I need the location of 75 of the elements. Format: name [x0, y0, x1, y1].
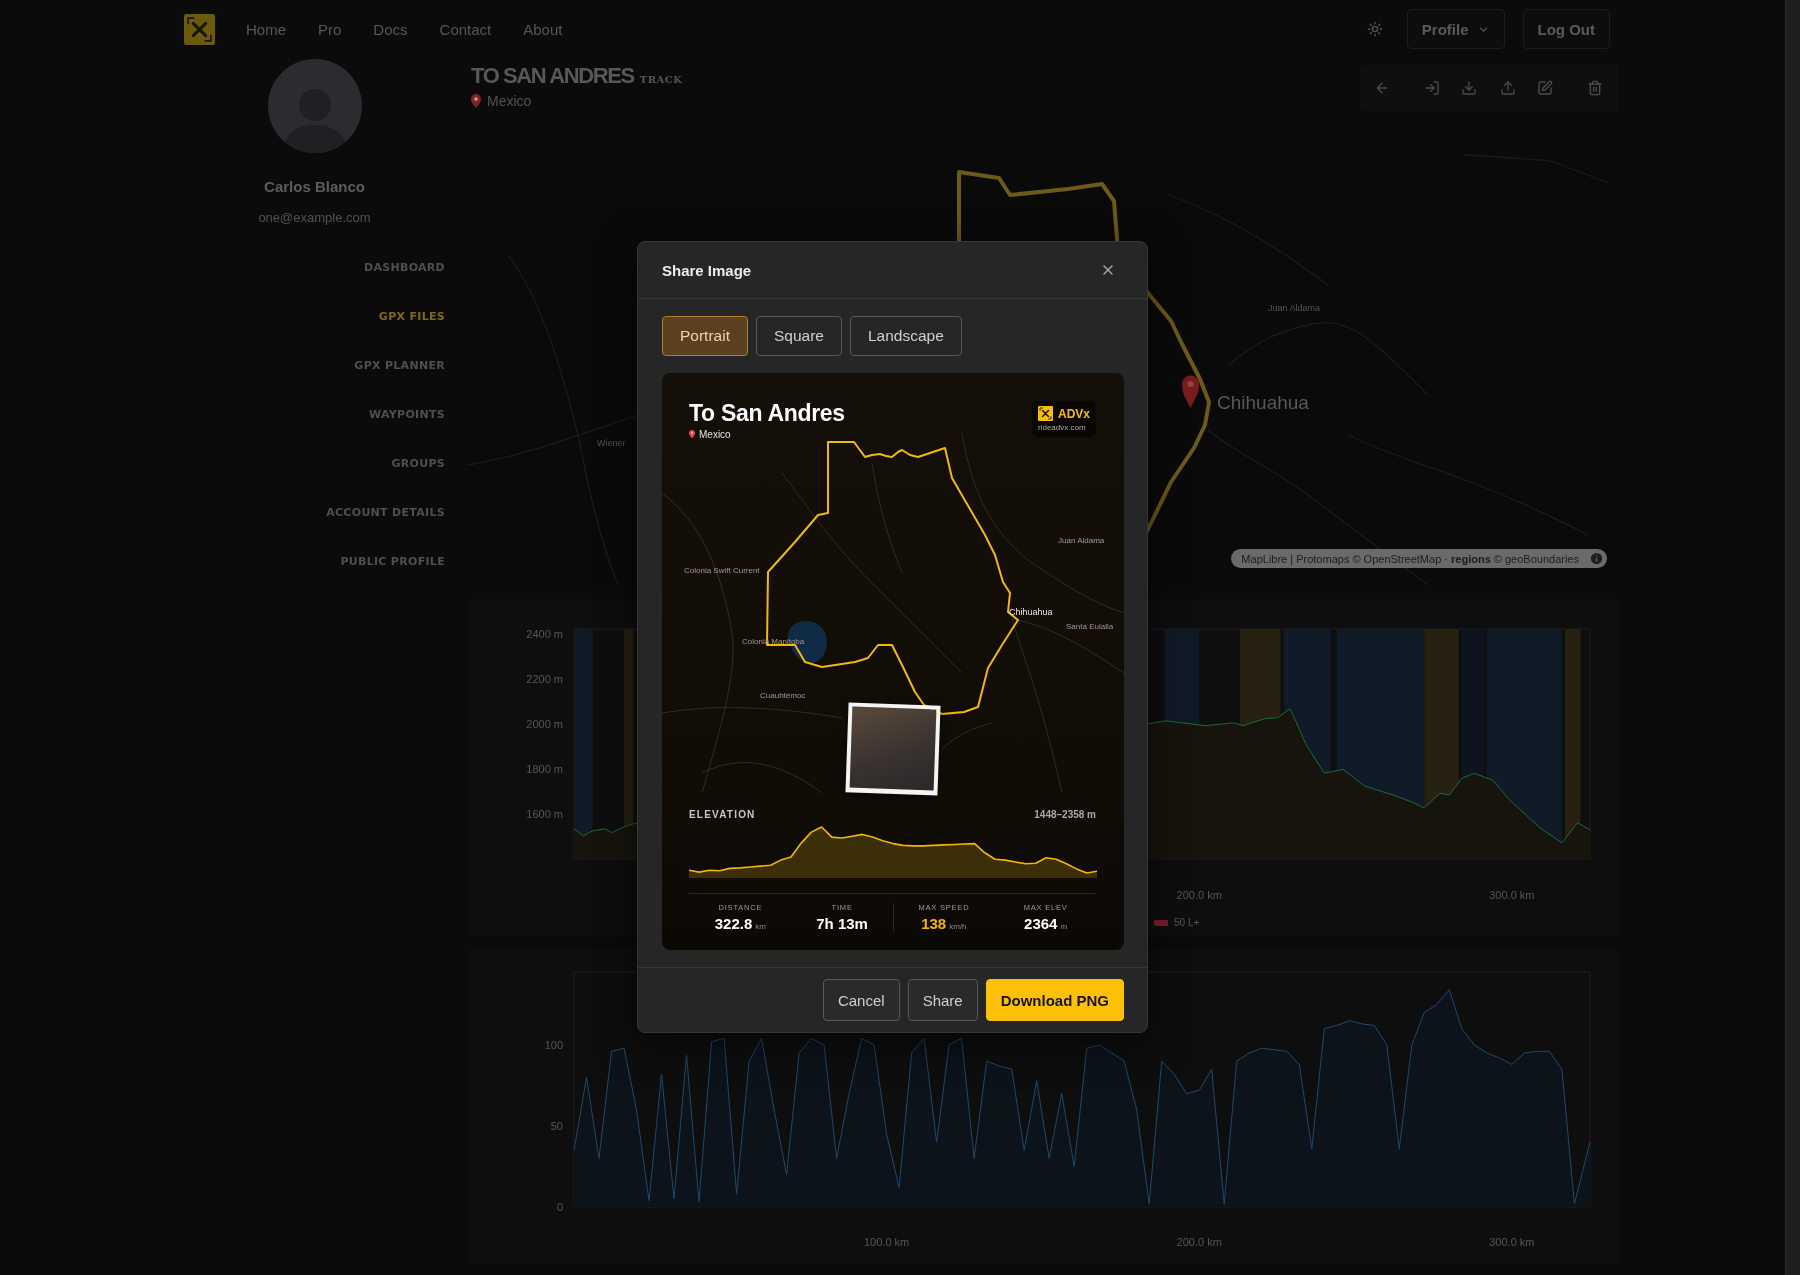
user-name: Carlos Blanco	[264, 178, 365, 196]
map-label: Chihuahua	[1217, 392, 1309, 413]
profile-button[interactable]: Profile	[1406, 9, 1505, 49]
dialog-button[interactable]: Download PNG	[985, 979, 1124, 1021]
dialog-button[interactable]: Share	[907, 979, 978, 1021]
axis-tick-label: 2000 m	[526, 717, 563, 730]
map-label: Santa Eulalia	[1066, 622, 1114, 631]
brand-name: ADVx	[1058, 406, 1090, 421]
stat-unit: km	[755, 922, 766, 931]
scrollbar-track[interactable]	[1785, 0, 1800, 1275]
info-icon[interactable]	[1589, 551, 1604, 566]
sidebar-item[interactable]: DASHBOARD	[363, 260, 445, 276]
nav-link[interactable]: Docs	[373, 20, 408, 38]
nav-link[interactable]: About	[523, 20, 563, 38]
stat-unit: m	[1060, 922, 1068, 931]
map-label: Juan Aldama	[1058, 536, 1105, 545]
axis-tick-label: 300.0 km	[1489, 889, 1535, 901]
stat-value: 322.8	[714, 915, 753, 932]
dialog-button[interactable]: Cancel	[822, 979, 900, 1021]
map-label: Wiener	[597, 438, 626, 448]
nav-link[interactable]: Home	[246, 20, 286, 38]
elevation-range: 1448–2358 m	[1034, 809, 1096, 820]
axis-tick-label: 200.0 km	[1176, 889, 1222, 901]
stat-unit: km/h	[949, 922, 967, 931]
download-icon[interactable]	[1461, 80, 1477, 96]
track-title: TO SAN ANDRES	[471, 62, 634, 90]
logo-icon[interactable]	[1038, 406, 1053, 421]
map-label: Colonia Swift Current	[684, 566, 760, 575]
axis-tick-label: 2200 m	[526, 672, 563, 685]
arrow-left-icon[interactable]	[1374, 80, 1390, 96]
nav-link[interactable]: Pro	[318, 20, 342, 38]
attribution-text: MapLibre | Protomaps © OpenStreetMap · regions © geoBoundaries	[1241, 552, 1579, 565]
map-label: Chihuahua	[1009, 607, 1053, 617]
legend-label: 50 L+	[1174, 917, 1200, 928]
axis-tick-label: 100.0 km	[864, 1236, 910, 1248]
axis-tick-label: 100	[544, 1038, 563, 1051]
edit-icon[interactable]	[1537, 80, 1553, 96]
elevation-label: ELEVATION	[689, 809, 756, 820]
axis-tick-label: 2400 m	[526, 627, 563, 640]
preview-title: To San Andres	[689, 399, 845, 427]
format-tab[interactable]: Landscape	[849, 316, 962, 356]
sidebar-item[interactable]: WAYPOINTS	[369, 407, 445, 423]
stat-value: 2364	[1024, 915, 1058, 932]
axis-tick-label: 1800 m	[526, 762, 563, 775]
user-email: one@example.com	[258, 210, 371, 225]
sidebar-item[interactable]: GPX PLANNER	[354, 358, 445, 374]
trash-icon[interactable]	[1587, 80, 1603, 96]
stat-value: 7h 13m	[816, 915, 868, 932]
sidebar-item[interactable]: GPX FILES	[378, 309, 445, 325]
axis-tick-label: 50	[550, 1119, 563, 1132]
axis-tick-label: 300.0 km	[1489, 1236, 1535, 1248]
axis-tick-label: 1600 m	[526, 807, 563, 820]
map-pin-icon	[471, 94, 481, 108]
brand-site: rideadvx.com	[1038, 423, 1087, 432]
map-label: Cuauhtémoc	[760, 691, 806, 700]
preview-location: Mexico	[699, 429, 731, 440]
sidebar-item[interactable]: PUBLIC PROFILE	[340, 554, 445, 570]
dialog-title: Share Image	[662, 261, 752, 279]
sun-icon[interactable]	[1366, 21, 1383, 37]
map-pin-icon	[689, 430, 695, 439]
axis-tick-label: 0	[556, 1201, 563, 1213]
track-location: Mexico	[487, 93, 532, 109]
map-marker-icon[interactable]	[1182, 375, 1199, 408]
log-in-icon[interactable]	[1424, 80, 1440, 96]
nav-link[interactable]: Contact	[439, 20, 492, 38]
logout-button[interactable]: Log Out	[1522, 9, 1610, 49]
sidebar-item[interactable]: GROUPS	[391, 456, 445, 472]
format-tab[interactable]: Portrait	[662, 316, 748, 356]
axis-tick-label: 200.0 km	[1176, 1236, 1222, 1248]
format-tab[interactable]: Square	[755, 316, 842, 356]
sidebar-item[interactable]: ACCOUNT DETAILS	[326, 505, 445, 521]
track-type-label: TRACK	[639, 74, 683, 85]
stat-value: 138	[921, 915, 947, 932]
upload-icon[interactable]	[1500, 80, 1516, 96]
map-label: Juan Aldama	[1268, 303, 1321, 313]
